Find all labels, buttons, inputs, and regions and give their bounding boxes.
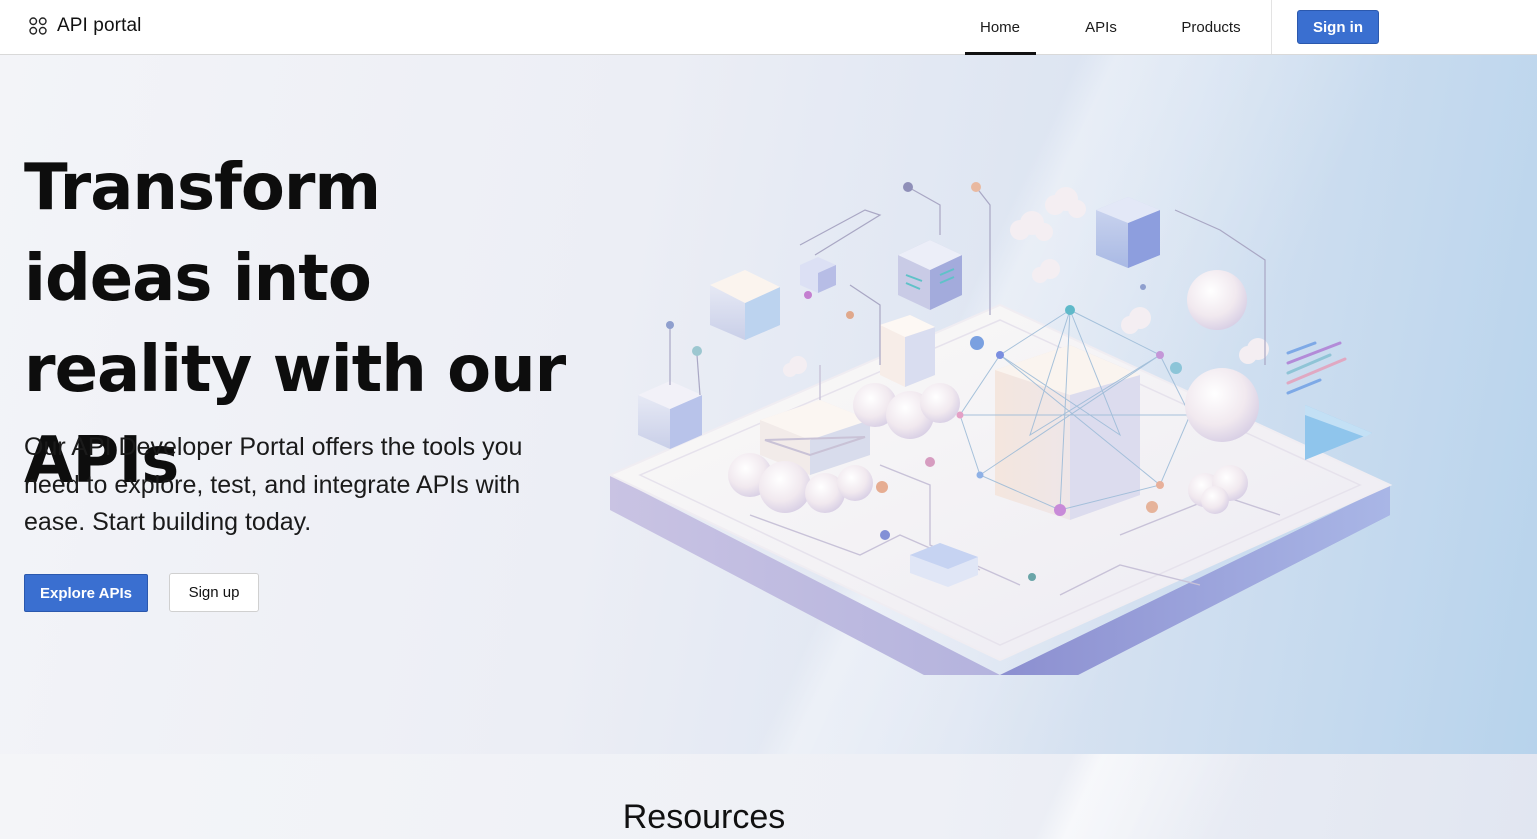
hero-subtitle: Our API Developer Portal offers the tool… bbox=[24, 433, 523, 536]
resources-title: Resources bbox=[622, 798, 786, 836]
nav-products-label: Products bbox=[1181, 19, 1241, 36]
explore-apis-button[interactable]: Explore APIs bbox=[24, 574, 148, 612]
resources-section: Resources bbox=[0, 754, 1537, 839]
hero-section: Transform ideas into reality with our AP… bbox=[0, 55, 1537, 754]
api-portal-logo-icon bbox=[29, 17, 47, 35]
nav-apis[interactable]: APIs bbox=[1042, 0, 1160, 55]
isometric-api-platform-illustration bbox=[607, 182, 1393, 675]
nav-products[interactable]: Products bbox=[1160, 0, 1262, 55]
nav-divider bbox=[1271, 0, 1272, 54]
home-logo-link[interactable]: API portal bbox=[28, 15, 141, 37]
nav-apis-label: APIs bbox=[1085, 19, 1117, 36]
nav-home[interactable]: Home bbox=[958, 0, 1042, 55]
nav-home-label: Home bbox=[979, 19, 1020, 36]
main-nav: Home APIs Products bbox=[958, 0, 1262, 55]
logo-text: API portal bbox=[57, 15, 142, 36]
sign-up-button[interactable]: Sign up bbox=[169, 573, 259, 612]
sign-in-button[interactable]: Sign in bbox=[1297, 10, 1379, 44]
top-header: API portal Home APIs Products Sign in bbox=[0, 0, 1537, 55]
